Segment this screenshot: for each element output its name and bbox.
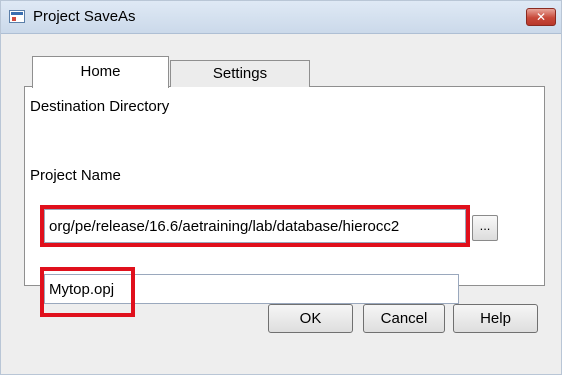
browse-button[interactable]: ... — [472, 215, 498, 241]
help-button[interactable]: Help — [453, 304, 538, 333]
app-window-icon — [9, 10, 25, 23]
tab-settings[interactable]: Settings — [170, 60, 310, 87]
title-bar[interactable]: Project SaveAs ✕ — [1, 1, 561, 34]
close-button[interactable]: ✕ — [526, 8, 556, 26]
cancel-button[interactable]: Cancel — [363, 304, 445, 333]
project-name-input[interactable] — [44, 274, 459, 304]
project-saveas-dialog: Project SaveAs ✕ Home Settings Destinati… — [0, 0, 562, 375]
window-title: Project SaveAs — [33, 8, 136, 25]
destination-directory-label: Destination Directory — [30, 98, 170, 115]
project-name-label: Project Name — [30, 167, 121, 184]
tab-home[interactable]: Home — [32, 56, 169, 88]
home-tab-panel: Destination Directory ... Project Name — [24, 86, 545, 317]
destination-directory-input[interactable] — [44, 209, 466, 243]
ok-button[interactable]: OK — [268, 304, 353, 333]
